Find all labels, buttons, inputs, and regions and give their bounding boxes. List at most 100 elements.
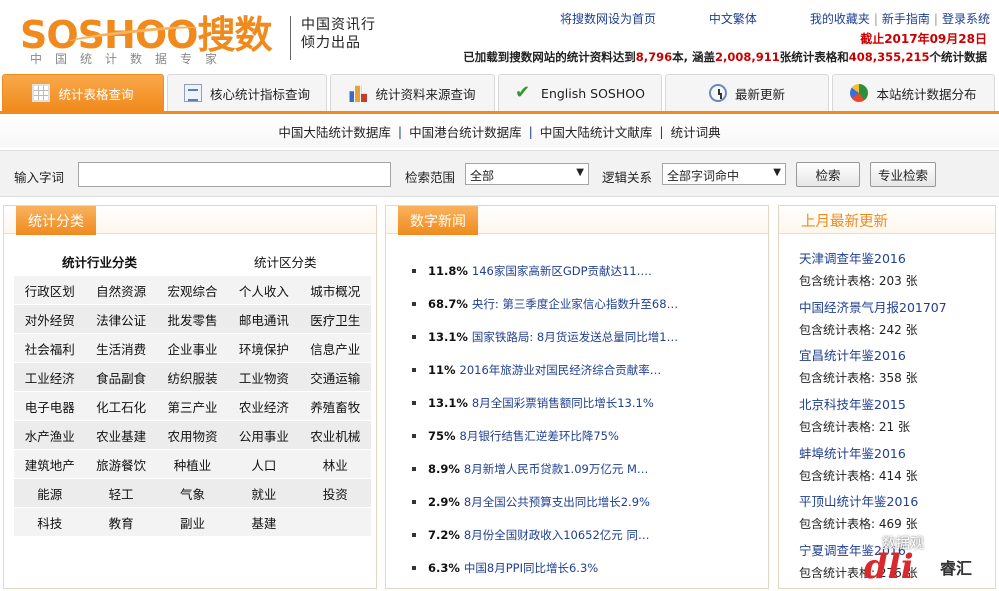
search-input[interactable]	[78, 162, 391, 187]
category-item[interactable]: 环境保护	[228, 334, 300, 363]
tagline-line1: 中国资讯行	[301, 17, 376, 33]
news-link[interactable]: 8月银行结售汇逆差环比降75%	[460, 428, 619, 444]
logic-select[interactable]: 全部字词命中 ▼	[662, 163, 786, 185]
category-item[interactable]: 轻工	[85, 479, 157, 508]
mainland-database-link[interactable]: 中国大陆统计数据库	[278, 122, 391, 141]
category-item[interactable]: 气象	[156, 479, 229, 508]
category-item[interactable]: 宏观综合	[156, 276, 229, 305]
statistics-dictionary-link[interactable]: 统计词典	[671, 122, 721, 141]
yearbook-link[interactable]: 平顶山统计年鉴2016	[799, 493, 994, 511]
category-item[interactable]: 食品副食	[85, 363, 157, 392]
category-item[interactable]: 个人收入	[228, 276, 300, 305]
bullet-icon	[412, 532, 416, 537]
region-category-tab[interactable]: 统计区分类	[254, 252, 317, 271]
category-item[interactable]: 就业	[228, 479, 300, 508]
category-item[interactable]: 投资	[299, 479, 371, 508]
tab-data-distribution[interactable]: 本站统计数据分布	[832, 74, 995, 111]
category-item[interactable]: 自然资源	[85, 276, 157, 305]
login-link[interactable]: 登录系统	[942, 12, 990, 26]
yearbook-link[interactable]: 宜昌统计年鉴2016	[799, 347, 994, 365]
category-item[interactable]: 交通运输	[299, 363, 371, 392]
news-link[interactable]: 8月全国彩票销售额同比增长13.1%	[472, 395, 654, 411]
set-homepage-link[interactable]: 将搜数网设为首页	[560, 10, 656, 28]
category-item	[299, 508, 371, 537]
hk-taiwan-database-link[interactable]: 中国港台统计数据库	[409, 122, 522, 141]
tagline: 中国资讯行 倾力出品	[290, 16, 376, 60]
panel-header: 上月最新更新	[779, 206, 995, 234]
category-item[interactable]: 能源	[14, 479, 86, 508]
search-button[interactable]: 检索	[796, 162, 860, 187]
category-item[interactable]: 基建	[228, 508, 300, 537]
category-item[interactable]: 企业事业	[156, 334, 229, 363]
category-item[interactable]: 农业机械	[299, 421, 371, 450]
category-item[interactable]: 公用事业	[228, 421, 300, 450]
table-count: 包含统计表格: 414 张	[799, 468, 918, 483]
beginner-guide-link[interactable]: 新手指南	[882, 12, 930, 26]
category-item[interactable]: 对外经贸	[14, 305, 86, 334]
category-item[interactable]: 邮电通讯	[228, 305, 300, 334]
category-item[interactable]: 法律公证	[85, 305, 157, 334]
category-item[interactable]: 工业经济	[14, 363, 86, 392]
category-item[interactable]: 电子电器	[14, 392, 86, 421]
category-item[interactable]: 人口	[228, 450, 300, 479]
tab-core-indicator-query[interactable]: 核心统计指标查询	[167, 74, 327, 111]
stats-books: 8,796	[635, 50, 673, 64]
category-item[interactable]: 教育	[85, 508, 157, 537]
category-item[interactable]: 批发零售	[156, 305, 229, 334]
category-item[interactable]: 养殖畜牧	[299, 392, 371, 421]
tab-latest-updates[interactable]: 最新更新	[665, 74, 829, 111]
category-item[interactable]: 社会福利	[14, 334, 86, 363]
category-item[interactable]: 信息产业	[299, 334, 371, 363]
news-link[interactable]: 2016年旅游业对国民经济综合贡献率…	[460, 362, 662, 378]
category-item[interactable]: 第三产业	[156, 392, 229, 421]
divider: |	[933, 12, 938, 26]
tab-table-query[interactable]: 统计表格查询	[2, 74, 164, 111]
news-figure: 2.9%	[428, 494, 460, 509]
advanced-search-button[interactable]: 专业检索	[870, 162, 936, 187]
category-item[interactable]: 农业经济	[228, 392, 300, 421]
logo[interactable]: SOSHOO搜数 中国统计数据专家	[20, 6, 282, 66]
category-item[interactable]: 工业物资	[228, 363, 300, 392]
mainland-literature-link[interactable]: 中国大陆统计文献库	[540, 122, 653, 141]
news-list: 11.8% 146家国家高新区GDP贡献达11.… 68.7% 央行: 第三季度企业家…	[412, 254, 767, 584]
category-item[interactable]: 农用物资	[156, 421, 229, 450]
category-item[interactable]: 医疗卫生	[299, 305, 371, 334]
category-item[interactable]: 建筑地产	[14, 450, 86, 479]
category-item[interactable]: 旅游餐饮	[85, 450, 157, 479]
yearbook-link[interactable]: 中国经济景气月报201707	[799, 299, 994, 317]
bullet-icon	[412, 268, 416, 273]
yearbook-link[interactable]: 蚌埠统计年鉴2016	[799, 445, 994, 463]
news-link[interactable]: 8月新增人民币贷款1.09万亿元 M…	[464, 461, 649, 477]
divider: |	[528, 123, 533, 139]
category-item[interactable]: 行政区划	[14, 276, 86, 305]
category-item[interactable]: 种植业	[156, 450, 229, 479]
traditional-chinese-link[interactable]: 中文繁体	[709, 10, 757, 28]
category-item[interactable]: 林业	[299, 450, 371, 479]
category-item[interactable]: 科技	[14, 508, 86, 537]
news-link[interactable]: 8月份全国财政收入10652亿元 同…	[464, 527, 650, 543]
scope-select[interactable]: 全部 ▼	[465, 163, 589, 185]
tab-english-soshoo[interactable]: ✔ English SOSHOO	[498, 74, 662, 111]
category-item[interactable]: 农业基建	[85, 421, 157, 450]
category-item[interactable]: 化工石化	[85, 392, 157, 421]
category-item[interactable]: 生活消费	[85, 334, 157, 363]
news-link[interactable]: 中国8月PPI同比增长6.3%	[464, 560, 598, 576]
divider: |	[873, 12, 878, 26]
tab-source-query[interactable]: 统计资料来源查询	[330, 74, 495, 111]
yearbook-link[interactable]: 天津调查年鉴2016	[799, 250, 994, 268]
bullet-icon	[412, 466, 416, 471]
news-link[interactable]: 央行: 第三季度企业家信心指数升至68…	[472, 296, 678, 312]
category-item[interactable]: 城市概况	[299, 276, 371, 305]
news-link[interactable]: 国家铁路局: 8月货运发送总量同比增1…	[472, 329, 678, 345]
category-item[interactable]: 副业	[156, 508, 229, 537]
news-link[interactable]: 146家国家高新区GDP贡献达11.…	[472, 263, 652, 279]
category-item[interactable]: 水产渔业	[14, 421, 86, 450]
divider: |	[659, 123, 664, 139]
category-item[interactable]: 纺织服装	[156, 363, 229, 392]
news-figure: 11.8%	[428, 263, 468, 278]
industry-category-tab[interactable]: 统计行业分类	[62, 252, 137, 271]
yearbook-link[interactable]: 北京科技年鉴2015	[799, 396, 994, 414]
favorites-link[interactable]: 我的收藏夹	[810, 12, 870, 26]
news-link[interactable]: 8月全国公共预算支出同比增长2.9%	[464, 494, 650, 510]
table-icon	[32, 84, 51, 102]
